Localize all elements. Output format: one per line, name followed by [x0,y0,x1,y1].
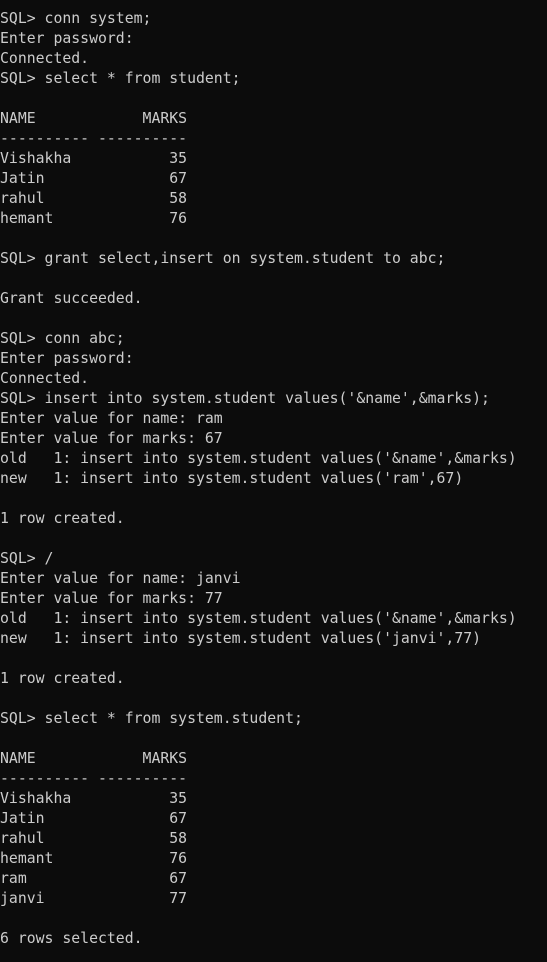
console-line: NAME MARKS [0,750,188,767]
console-line: ---------- ---------- [0,130,188,147]
console-line: SQL> select * from system.student; [0,710,303,727]
console-line: NAME MARKS [0,110,188,127]
console-line: Connected. [0,50,90,67]
console-line: 1 row created. [0,510,125,527]
console-line: Enter value for name: ram [0,410,223,427]
console-line: SQL> conn system; [0,10,152,27]
console-line: ram 67 [0,870,188,887]
console-line: SQL> grant select,insert on system.stude… [0,250,446,267]
console-line: Grant succeeded. [0,290,143,307]
console-line: new 1: insert into system.student values… [0,470,464,487]
console-line: ---------- ---------- [0,770,188,787]
console-line: old 1: insert into system.student values… [0,450,517,467]
console-line: Jatin 67 [0,170,188,187]
console-line: Connected. [0,370,90,387]
console-line: Enter password: [0,350,134,367]
console-line: Vishakha 35 [0,790,188,807]
terminal-output: SQL> conn system; Enter password: Connecte… [0,9,547,949]
console-line: Enter value for marks: 67 [0,430,223,447]
console-line: Jatin 67 [0,810,188,827]
console-line: new 1: insert into system.student values… [0,630,482,647]
console-line: SQL> conn abc; [0,330,125,347]
console-line: Enter password: [0,30,134,47]
console-line: rahul 58 [0,190,188,207]
console-line: 1 row created. [0,670,125,687]
console-line: Enter value for marks: 77 [0,590,223,607]
console-line: SQL> select * from student; [0,70,241,87]
console-line: hemant 76 [0,210,188,227]
console-line: rahul 58 [0,830,188,847]
console-line: hemant 76 [0,850,188,867]
console-line: 6 rows selected. [0,930,143,947]
console-line: SQL> insert into system.student values('… [0,390,490,407]
console-line: janvi 77 [0,890,188,907]
console-line: old 1: insert into system.student values… [0,610,517,627]
console-line: Vishakha 35 [0,150,188,167]
console-line: Enter value for name: janvi [0,570,241,587]
console-line: SQL> / [0,550,54,567]
